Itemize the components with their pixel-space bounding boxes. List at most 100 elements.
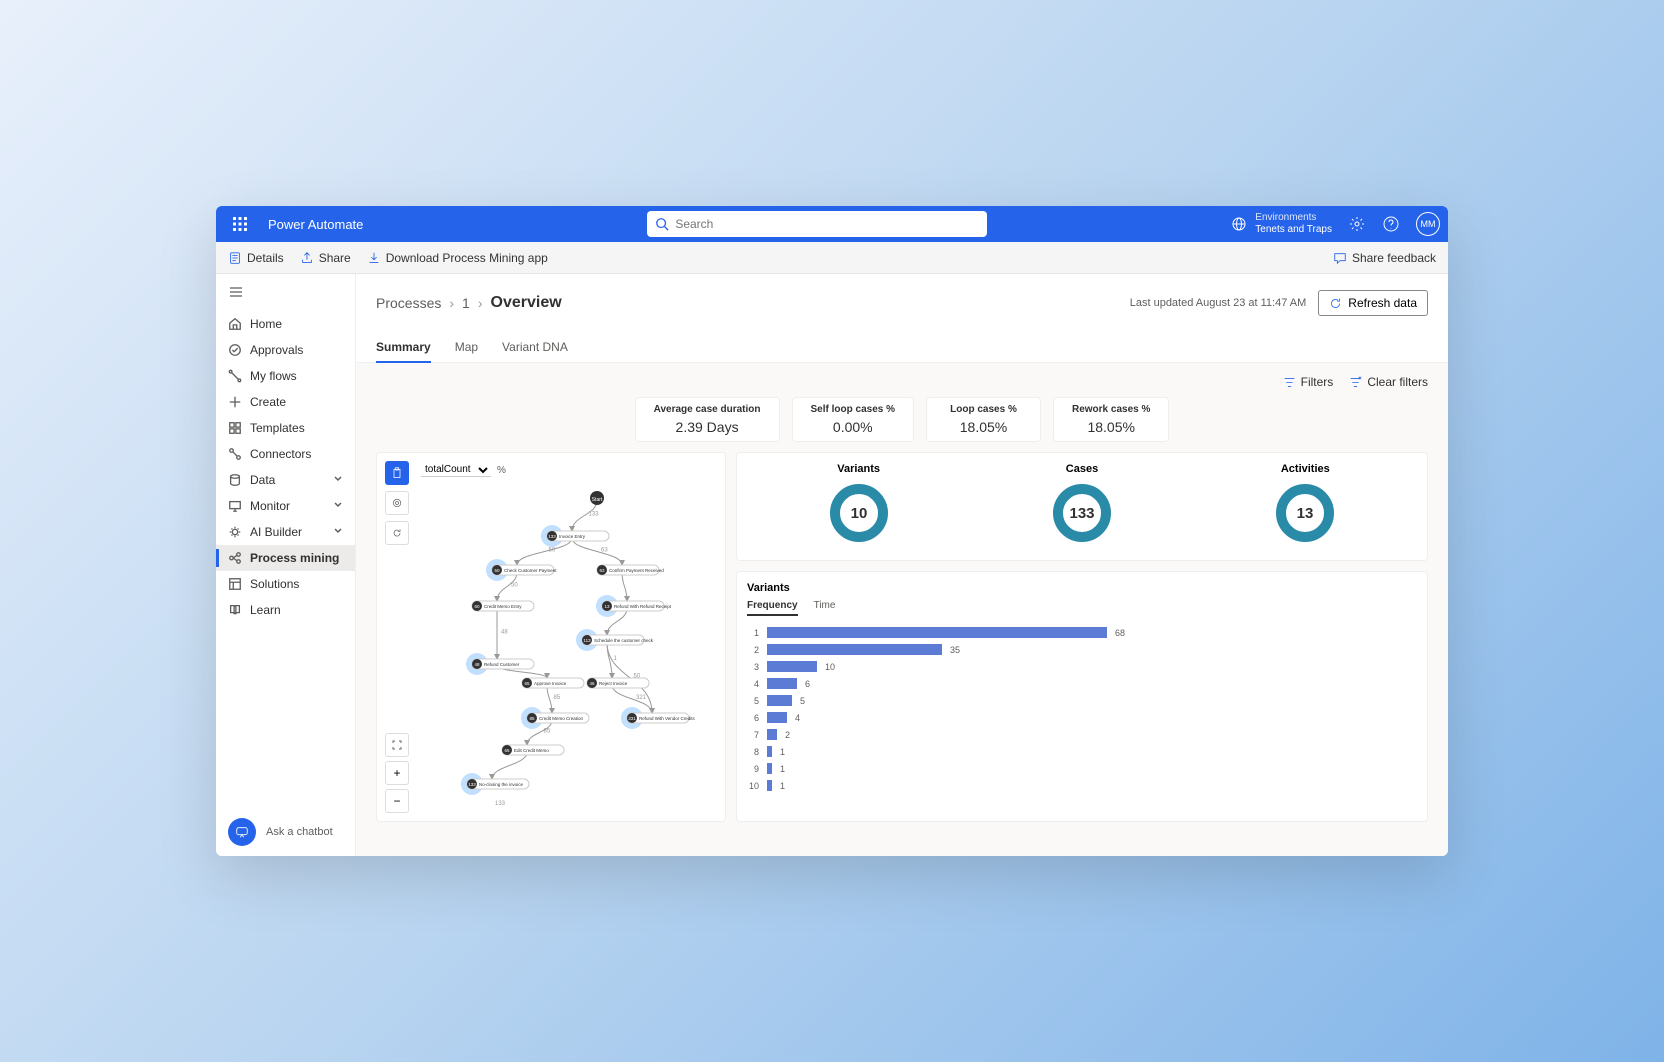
- target-icon: [391, 497, 403, 509]
- bar-index: 2: [747, 645, 759, 655]
- map-tool-reset[interactable]: [385, 521, 409, 545]
- refresh-label: Refresh data: [1348, 296, 1417, 310]
- svg-text:13: 13: [1297, 505, 1314, 522]
- chatbot-icon: [228, 818, 256, 846]
- sidebar-item-solutions[interactable]: Solutions: [216, 571, 355, 597]
- map-tool-target[interactable]: [385, 491, 409, 515]
- donut-cases: Cases 133: [1050, 463, 1114, 550]
- details-icon: [228, 251, 242, 265]
- svg-text:133: 133: [1069, 505, 1094, 522]
- sidebar-item-label: Solutions: [250, 577, 299, 591]
- solutions-icon: [228, 577, 242, 591]
- sidebar-item-learn[interactable]: Learn: [216, 597, 355, 623]
- map-metric-select[interactable]: totalCount: [421, 463, 491, 477]
- sidebar-item-process-mining[interactable]: Process mining: [216, 545, 355, 571]
- download-button[interactable]: Download Process Mining app: [367, 251, 548, 265]
- map-zoom-out[interactable]: −: [385, 789, 409, 813]
- sidebar-item-my-flows[interactable]: My flows: [216, 363, 355, 389]
- chevron-down-icon: [333, 473, 343, 487]
- map-node[interactable]: 65Edit Credit Memo: [502, 745, 564, 755]
- sidebar-item-templates[interactable]: Templates: [216, 415, 355, 441]
- tab-variant-dna[interactable]: Variant DNA: [502, 332, 568, 362]
- search-input[interactable]: [675, 217, 979, 231]
- map-fullscreen[interactable]: [385, 733, 409, 757]
- tab-map[interactable]: Map: [455, 332, 478, 362]
- refresh-button[interactable]: Refresh data: [1318, 290, 1428, 316]
- bar: [767, 695, 792, 706]
- map-node[interactable]: 60Credit Memo Entry: [472, 601, 534, 611]
- search-box[interactable]: [647, 211, 987, 237]
- process-map[interactable]: 133506350481853218550Start133Invoice Ent…: [427, 483, 717, 823]
- svg-text:Confirm Payment Received: Confirm Payment Received: [609, 568, 664, 573]
- bar-value: 35: [950, 645, 960, 655]
- breadcrumb-processes[interactable]: Processes: [376, 295, 441, 311]
- bar-row: 72: [747, 726, 1417, 743]
- bar-row: 91: [747, 760, 1417, 777]
- svg-text:Refund With Refund Receipt: Refund With Refund Receipt: [614, 604, 672, 609]
- svg-text:Credit Memo Entry: Credit Memo Entry: [484, 604, 522, 609]
- share-button[interactable]: Share: [300, 251, 351, 265]
- map-node[interactable]: 113Schedule the customer check: [576, 629, 654, 651]
- map-node[interactable]: 133No-closing the invoice: [461, 773, 529, 795]
- app-launcher-icon[interactable]: [224, 208, 256, 240]
- svg-text:321: 321: [636, 695, 647, 701]
- svg-text:133: 133: [468, 782, 476, 787]
- variants-tab-frequency[interactable]: Frequency: [747, 600, 798, 616]
- map-zoom-in[interactable]: +: [385, 761, 409, 785]
- data-icon: [228, 473, 242, 487]
- map-node[interactable]: 85Credit Memo Creation: [521, 707, 589, 729]
- clear-filters-button[interactable]: Clear filters: [1349, 375, 1428, 389]
- feedback-label: Share feedback: [1352, 251, 1436, 265]
- bar: [767, 746, 772, 757]
- map-node[interactable]: 50Check Customer Payment: [486, 559, 557, 581]
- sidebar-item-home[interactable]: Home: [216, 311, 355, 337]
- map-node[interactable]: 63Confirm Payment Received: [597, 565, 664, 575]
- bar-row: 64: [747, 709, 1417, 726]
- bar-index: 8: [747, 747, 759, 757]
- map-node[interactable]: Start: [590, 491, 604, 505]
- svg-text:Credit Memo Creation: Credit Memo Creation: [539, 716, 584, 721]
- donut-chart: 133: [1050, 481, 1114, 545]
- map-node[interactable]: 48 Refund Customer: [466, 653, 534, 675]
- svg-text:Edit Credit Memo: Edit Credit Memo: [514, 748, 549, 753]
- feedback-button[interactable]: Share feedback: [1333, 251, 1436, 265]
- sidebar-item-monitor[interactable]: Monitor: [216, 493, 355, 519]
- map-node[interactable]: 13Refund With Refund Receipt: [596, 595, 672, 617]
- environment-picker[interactable]: Environments Tenets and Traps: [1231, 212, 1332, 236]
- svg-text:133: 133: [548, 534, 556, 539]
- kpi-label: Self loop cases %: [811, 404, 895, 415]
- svg-text:Invoice Entry: Invoice Entry: [559, 534, 586, 539]
- user-avatar[interactable]: MM: [1416, 212, 1440, 236]
- details-button[interactable]: Details: [228, 251, 284, 265]
- help-icon[interactable]: [1382, 215, 1400, 233]
- sidebar-toggle[interactable]: [216, 278, 355, 311]
- svg-text:46: 46: [589, 681, 595, 686]
- svg-text:48: 48: [474, 662, 480, 667]
- map-tool-clipboard[interactable]: [385, 461, 409, 485]
- donut-label: Variants: [827, 463, 891, 475]
- variants-tab-time[interactable]: Time: [814, 600, 836, 616]
- bar-index: 7: [747, 730, 759, 740]
- sidebar-item-approvals[interactable]: Approvals: [216, 337, 355, 363]
- svg-text:Refund Customer: Refund Customer: [484, 662, 520, 667]
- share-label: Share: [319, 251, 351, 265]
- settings-icon[interactable]: [1348, 215, 1366, 233]
- svg-text:113: 113: [583, 638, 591, 643]
- chatbot-button[interactable]: Ask a chatbot: [216, 808, 355, 856]
- filters-button[interactable]: Filters: [1283, 375, 1334, 389]
- map-node[interactable]: 65Approve Invoice: [522, 678, 584, 688]
- breadcrumb-id[interactable]: 1: [462, 295, 470, 311]
- sidebar-item-data[interactable]: Data: [216, 467, 355, 493]
- bar: [767, 661, 817, 672]
- sidebar-item-ai-builder[interactable]: AI Builder: [216, 519, 355, 545]
- bar-value: 1: [780, 781, 785, 791]
- map-node[interactable]: 331Refund With Vendor Credits: [621, 707, 696, 729]
- tab-summary[interactable]: Summary: [376, 332, 431, 362]
- sidebar-item-connectors[interactable]: Connectors: [216, 441, 355, 467]
- sidebar-item-label: Connectors: [250, 447, 311, 461]
- kpi-value: 18.05%: [945, 419, 1022, 435]
- map-node[interactable]: 46Reject Invoice: [587, 678, 649, 688]
- sidebar-item-create[interactable]: Create: [216, 389, 355, 415]
- bar-index: 6: [747, 713, 759, 723]
- download-label: Download Process Mining app: [386, 251, 548, 265]
